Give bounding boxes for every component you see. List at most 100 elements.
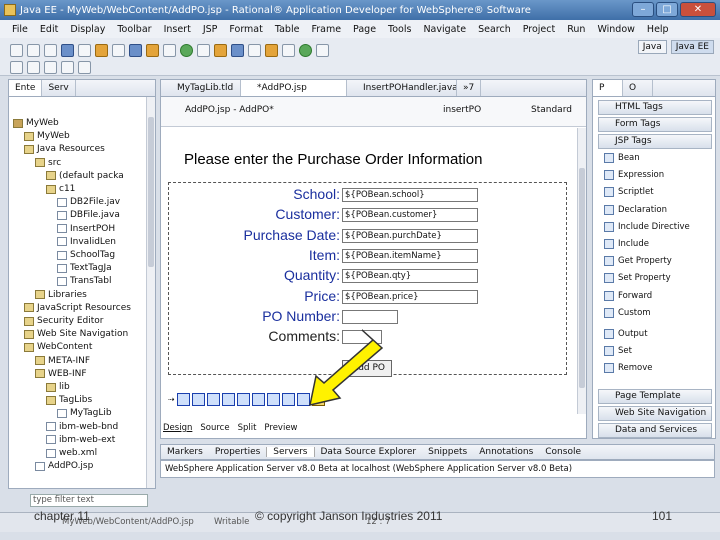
tag-icon[interactable]	[221, 392, 235, 406]
field-input[interactable]: ${POBean.itemName}	[342, 248, 478, 263]
tag-icon[interactable]	[206, 392, 220, 406]
tag-icon[interactable]	[236, 392, 250, 406]
tree-node[interactable]: web.xml	[46, 448, 97, 458]
tree-node[interactable]: WebContent	[24, 342, 92, 352]
add-po-button[interactable]: Add PO	[342, 360, 392, 377]
custom-tag-icon[interactable]	[311, 392, 325, 406]
tag-icon[interactable]	[251, 392, 265, 406]
menu-help[interactable]: Help	[647, 24, 669, 35]
tab-design[interactable]: Design	[160, 423, 195, 436]
menu-search[interactable]: Search	[478, 24, 511, 35]
tree-node[interactable]: ibm-web-bnd	[46, 422, 118, 432]
tab-annotations[interactable]: Annotations	[473, 447, 539, 457]
palette-item[interactable]: Include	[604, 239, 649, 249]
palette-drawer[interactable]: HTML Tags	[598, 100, 712, 115]
tree-node[interactable]: c11	[46, 184, 75, 194]
open-type-icon[interactable]	[265, 43, 278, 57]
tree-node[interactable]: ibm-web-ext	[46, 435, 115, 445]
menu-page[interactable]: Page	[353, 24, 376, 35]
run-icon[interactable]	[180, 43, 193, 57]
tree-node[interactable]: DBFile.java	[57, 210, 120, 220]
external-tools-icon[interactable]	[214, 43, 227, 57]
tab-split[interactable]: Split	[235, 423, 260, 436]
field-input[interactable]	[342, 330, 382, 345]
build-icon[interactable]	[146, 43, 159, 57]
tree-node[interactable]: META-INF	[35, 356, 90, 366]
palette-drawer[interactable]: Data and Services	[598, 423, 712, 438]
menu-run[interactable]: Run	[567, 24, 585, 35]
palette-item[interactable]: Custom	[604, 307, 651, 318]
new-class-icon[interactable]	[248, 43, 261, 57]
field-input[interactable]: ${POBean.school}	[342, 188, 478, 202]
menu-navigate[interactable]: Navigate	[423, 24, 466, 35]
new-server-icon[interactable]	[231, 43, 244, 57]
tree-node[interactable]: MyWeb	[24, 131, 70, 141]
palette-drawer[interactable]: Form Tags	[598, 117, 712, 132]
preview-icon[interactable]	[129, 43, 142, 57]
field-input[interactable]: ${POBean.purchDate}	[342, 228, 478, 243]
close-button[interactable]: ✕	[680, 2, 716, 17]
tree-node[interactable]: TagLibs	[46, 395, 92, 405]
open-perspective-icon[interactable]	[316, 43, 329, 57]
print-icon[interactable]	[44, 43, 57, 57]
menu-window[interactable]: Window	[597, 24, 634, 35]
tree-node[interactable]: Security Editor	[24, 316, 103, 326]
annotation-icon[interactable]	[27, 60, 40, 74]
tab-markers[interactable]: Markers	[161, 447, 209, 457]
tab-snippets[interactable]: Snippets	[422, 447, 473, 457]
tag-icon[interactable]	[281, 392, 295, 406]
search-icon[interactable]	[282, 43, 295, 57]
menu-format[interactable]: Format	[229, 24, 262, 35]
palette-item[interactable]: Get Property	[604, 256, 672, 267]
palette-item[interactable]: Set	[604, 346, 632, 357]
menu-jsp[interactable]: JSP	[203, 24, 218, 35]
tag-icon[interactable]	[266, 392, 280, 406]
field-input[interactable]: ${POBean.price}	[342, 289, 478, 304]
run-config-icon[interactable]	[197, 43, 210, 57]
tab-data-source-explorer[interactable]: Data Source Explorer	[315, 447, 423, 457]
filter-input[interactable]: type filter text	[30, 494, 148, 507]
menu-toolbar[interactable]: Toolbar	[117, 24, 151, 35]
perspective-java-ee[interactable]: Java EE	[670, 40, 714, 54]
globe-icon[interactable]	[299, 43, 312, 57]
scroll-thumb[interactable]	[148, 117, 154, 267]
tab-palette[interactable]: P	[593, 80, 623, 96]
menu-tools[interactable]: Tools	[388, 24, 411, 35]
save-icon[interactable]	[27, 43, 40, 57]
menu-insert[interactable]: Insert	[164, 24, 191, 35]
palette-item[interactable]: Remove	[604, 363, 653, 374]
tab-source[interactable]: Source	[197, 423, 232, 436]
server-entry[interactable]: WebSphere Application Server v8.0 Beta a…	[160, 460, 715, 478]
menu-edit[interactable]: Edit	[40, 24, 58, 35]
image-icon[interactable]	[112, 43, 125, 57]
perspective-java[interactable]: Java	[637, 40, 667, 54]
menu-table[interactable]: Table	[275, 24, 300, 35]
menu-project[interactable]: Project	[523, 24, 556, 35]
palette-item[interactable]: Include Directive	[604, 221, 690, 232]
more-tabs[interactable]: »7	[457, 80, 482, 96]
palette-item[interactable]: Output	[604, 329, 648, 339]
tree-node[interactable]: TextTagJa	[57, 263, 112, 273]
tree-node[interactable]: InsertPOH	[57, 224, 115, 234]
tab-insertpohandler[interactable]: InsertPOHandler.java	[347, 80, 457, 96]
next-annotation-icon[interactable]	[44, 60, 57, 74]
tree-node[interactable]: (default packa	[46, 171, 124, 181]
tree-node[interactable]: MyWeb	[13, 118, 59, 128]
palette-item[interactable]: Declaration	[604, 204, 667, 215]
back-icon[interactable]	[61, 60, 74, 74]
tab-preview[interactable]: Preview	[261, 423, 300, 436]
tree-node[interactable]: AddPO.jsp	[35, 461, 93, 471]
palette-item[interactable]: Forward	[604, 290, 652, 301]
tab-outline[interactable]: O	[623, 80, 653, 96]
tree-node[interactable]: JavaScript Resources	[24, 303, 131, 313]
palette-drawer[interactable]: JSP Tags	[598, 134, 712, 149]
palette-item[interactable]: Expression	[604, 170, 664, 181]
tree-node[interactable]: WEB-INF	[35, 369, 87, 379]
palette-drawer[interactable]: Page Template	[598, 389, 712, 404]
tab-console[interactable]: Console	[539, 447, 587, 457]
tree-node[interactable]: MyTagLib	[57, 408, 112, 418]
new-icon[interactable]	[10, 43, 23, 57]
palette-item[interactable]: Set Property	[604, 273, 671, 284]
edit-icon[interactable]	[10, 60, 23, 74]
link-icon[interactable]	[95, 43, 108, 57]
